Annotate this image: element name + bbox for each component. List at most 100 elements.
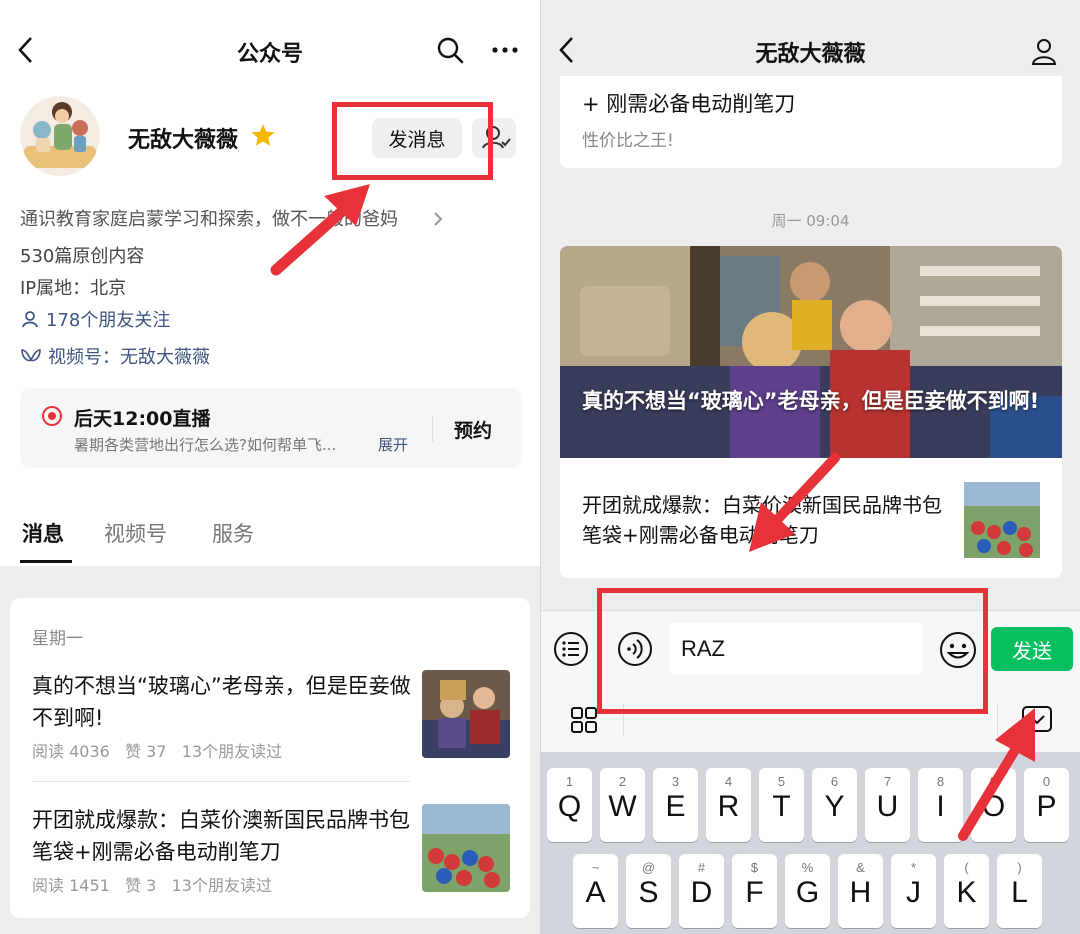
chat-timestamp: 周一 09:04 <box>771 212 850 230</box>
key-letter: R <box>717 790 740 823</box>
toolbar-divider <box>997 703 998 737</box>
send-button[interactable]: 发送 <box>991 627 1073 671</box>
key-number: 9 <box>989 774 998 789</box>
article-thumbnail <box>422 670 510 758</box>
highlight-box-input <box>597 588 988 714</box>
search-icon[interactable] <box>436 36 464 64</box>
key-g[interactable]: % G <box>785 854 830 928</box>
ip-location: IP属地：北京 <box>20 278 127 299</box>
key-number: % <box>801 860 814 875</box>
friends-following-link[interactable]: 178个朋友关注 <box>20 306 170 332</box>
key-f[interactable]: $ F <box>732 854 777 928</box>
account-avatar[interactable] <box>20 96 100 176</box>
original-content-count: 530篇原创内容 <box>20 246 145 267</box>
account-name: 无敌大薇薇 <box>128 128 239 153</box>
key-number: $ <box>750 860 759 875</box>
key-letter: Y <box>824 790 845 823</box>
key-s[interactable]: @ S <box>626 854 671 928</box>
account-description[interactable]: 通识教育家庭启蒙学习和探索，做不一般的爸妈 <box>20 205 398 231</box>
key-letter: A <box>585 876 606 909</box>
chevron-right-icon[interactable] <box>432 210 444 228</box>
key-number: 8 <box>936 774 945 789</box>
key-number: 6 <box>830 774 839 789</box>
book-live-button[interactable]: 预约 <box>454 416 492 443</box>
sub-article-thumbnail <box>964 482 1040 558</box>
article-cover-caption: 真的不想当“玻璃心”老母亲，但是臣妾做不到啊! <box>582 389 1040 413</box>
article-friends-read: 13个朋友读过 <box>171 876 272 895</box>
key-t[interactable]: 5T <box>759 768 804 842</box>
more-options-icon[interactable] <box>490 36 520 64</box>
tab-services[interactable]: 服务 <box>212 518 254 548</box>
key-y[interactable]: 6Y <box>812 768 857 842</box>
article-likes: 赞 37 <box>125 742 167 761</box>
article-meta: 阅读 1451 赞 3 13个朋友读过 <box>32 872 272 896</box>
key-a[interactable]: ~ A <box>573 854 618 928</box>
key-letter: G <box>795 876 820 909</box>
key-u[interactable]: 7U <box>865 768 910 842</box>
friends-following-label: 178个朋友关注 <box>46 310 171 331</box>
key-e[interactable]: 3E <box>653 768 698 842</box>
key-number: # <box>697 860 706 875</box>
key-d[interactable]: # D <box>679 854 724 928</box>
article-message-card[interactable]: 真的不想当“玻璃心”老母亲，但是臣妾做不到啊! 开团就成爆款：白菜价澳新国民品牌… <box>560 246 1062 578</box>
live-record-icon <box>42 406 62 426</box>
person-icon[interactable] <box>1029 36 1059 66</box>
key-k[interactable]: (K <box>944 854 989 928</box>
key-letter: P <box>1036 790 1057 823</box>
key-j[interactable]: * J <box>891 854 936 928</box>
profile-tabs: 消息 视频号 服务 <box>0 518 540 564</box>
key-letter: D <box>690 876 713 909</box>
key-i[interactable]: 8I <box>918 768 963 842</box>
article-title: 真的不想当“玻璃心”老母亲，但是臣妾做不到啊! <box>32 674 411 730</box>
sub-article-title[interactable]: 开团就成爆款：白菜价澳新国民品牌书包笔袋+刚需必备电动削笔刀 <box>582 490 952 550</box>
key-letter: U <box>876 790 899 823</box>
key-letter: K <box>956 876 977 909</box>
key-w[interactable]: 2W <box>600 768 645 842</box>
hide-keyboard-icon[interactable] <box>1021 705 1053 733</box>
highlight-box-send-message <box>332 102 493 180</box>
article-meta: 阅读 4036 赞 37 13个朋友读过 <box>32 738 282 762</box>
key-number: 1 <box>565 774 574 789</box>
chat-screen: + 刚需必备电动削笔刀 性价比之王! 无敌大薇薇 周一 09:04 真的不想当“… <box>541 0 1080 934</box>
live-title: 后天12:00直播 <box>74 408 211 430</box>
key-number: 5 <box>777 774 786 789</box>
previous-article-card[interactable]: + 刚需必备电动削笔刀 性价比之王! <box>560 62 1062 168</box>
key-p[interactable]: 0P <box>1024 768 1069 842</box>
key-q[interactable]: 1Q <box>547 768 592 842</box>
key-o[interactable]: 9O <box>971 768 1016 842</box>
chat-title: 无敌大薇薇 <box>755 42 866 67</box>
live-expand-link[interactable]: 展开 <box>378 434 408 455</box>
key-letter: T <box>772 790 791 823</box>
video-channel-link[interactable]: 视频号：无敌大薇薇 <box>20 343 210 369</box>
status-bar <box>541 0 1080 24</box>
menu-list-icon[interactable] <box>553 631 589 667</box>
live-stream-card[interactable]: 后天12:00直播 暑期各类营地出行怎么选?如何帮单飞... 展开 预约 <box>20 388 522 468</box>
person-icon <box>22 311 38 328</box>
key-letter: F <box>745 876 764 909</box>
video-channel-label: 视频号：无敌大薇薇 <box>48 347 210 368</box>
tab-messages[interactable]: 消息 <box>22 518 64 548</box>
key-letter: J <box>906 876 921 909</box>
key-number: 4 <box>724 774 733 789</box>
live-subtitle: 暑期各类营地出行怎么选?如何帮单飞... <box>74 436 337 454</box>
feed-day-label: 星期一 <box>32 629 83 649</box>
article-thumbnail <box>422 804 510 892</box>
key-letter: I <box>936 790 945 823</box>
article-reads: 阅读 1451 <box>32 876 110 895</box>
key-r[interactable]: 4R <box>706 768 751 842</box>
tab-video-channel[interactable]: 视频号 <box>104 518 167 548</box>
key-l[interactable]: ) L <box>997 854 1042 928</box>
key-h[interactable]: & H <box>838 854 883 928</box>
grid-apps-icon[interactable] <box>569 705 599 735</box>
key-number: ( <box>964 860 969 875</box>
key-number: 0 <box>1042 774 1051 789</box>
key-letter: L <box>1011 876 1028 909</box>
active-tab-indicator <box>20 560 72 563</box>
key-letter: O <box>981 790 1006 823</box>
article-cover-image <box>560 246 1062 458</box>
video-channel-icon <box>21 349 41 362</box>
top-nav-bar: 公众号 <box>0 24 540 76</box>
article-likes: 赞 3 <box>125 876 157 895</box>
live-divider <box>432 416 433 442</box>
article-title: 开团就成爆款：白菜价澳新国民品牌书包笔袋+刚需必备电动削笔刀 <box>32 808 410 864</box>
